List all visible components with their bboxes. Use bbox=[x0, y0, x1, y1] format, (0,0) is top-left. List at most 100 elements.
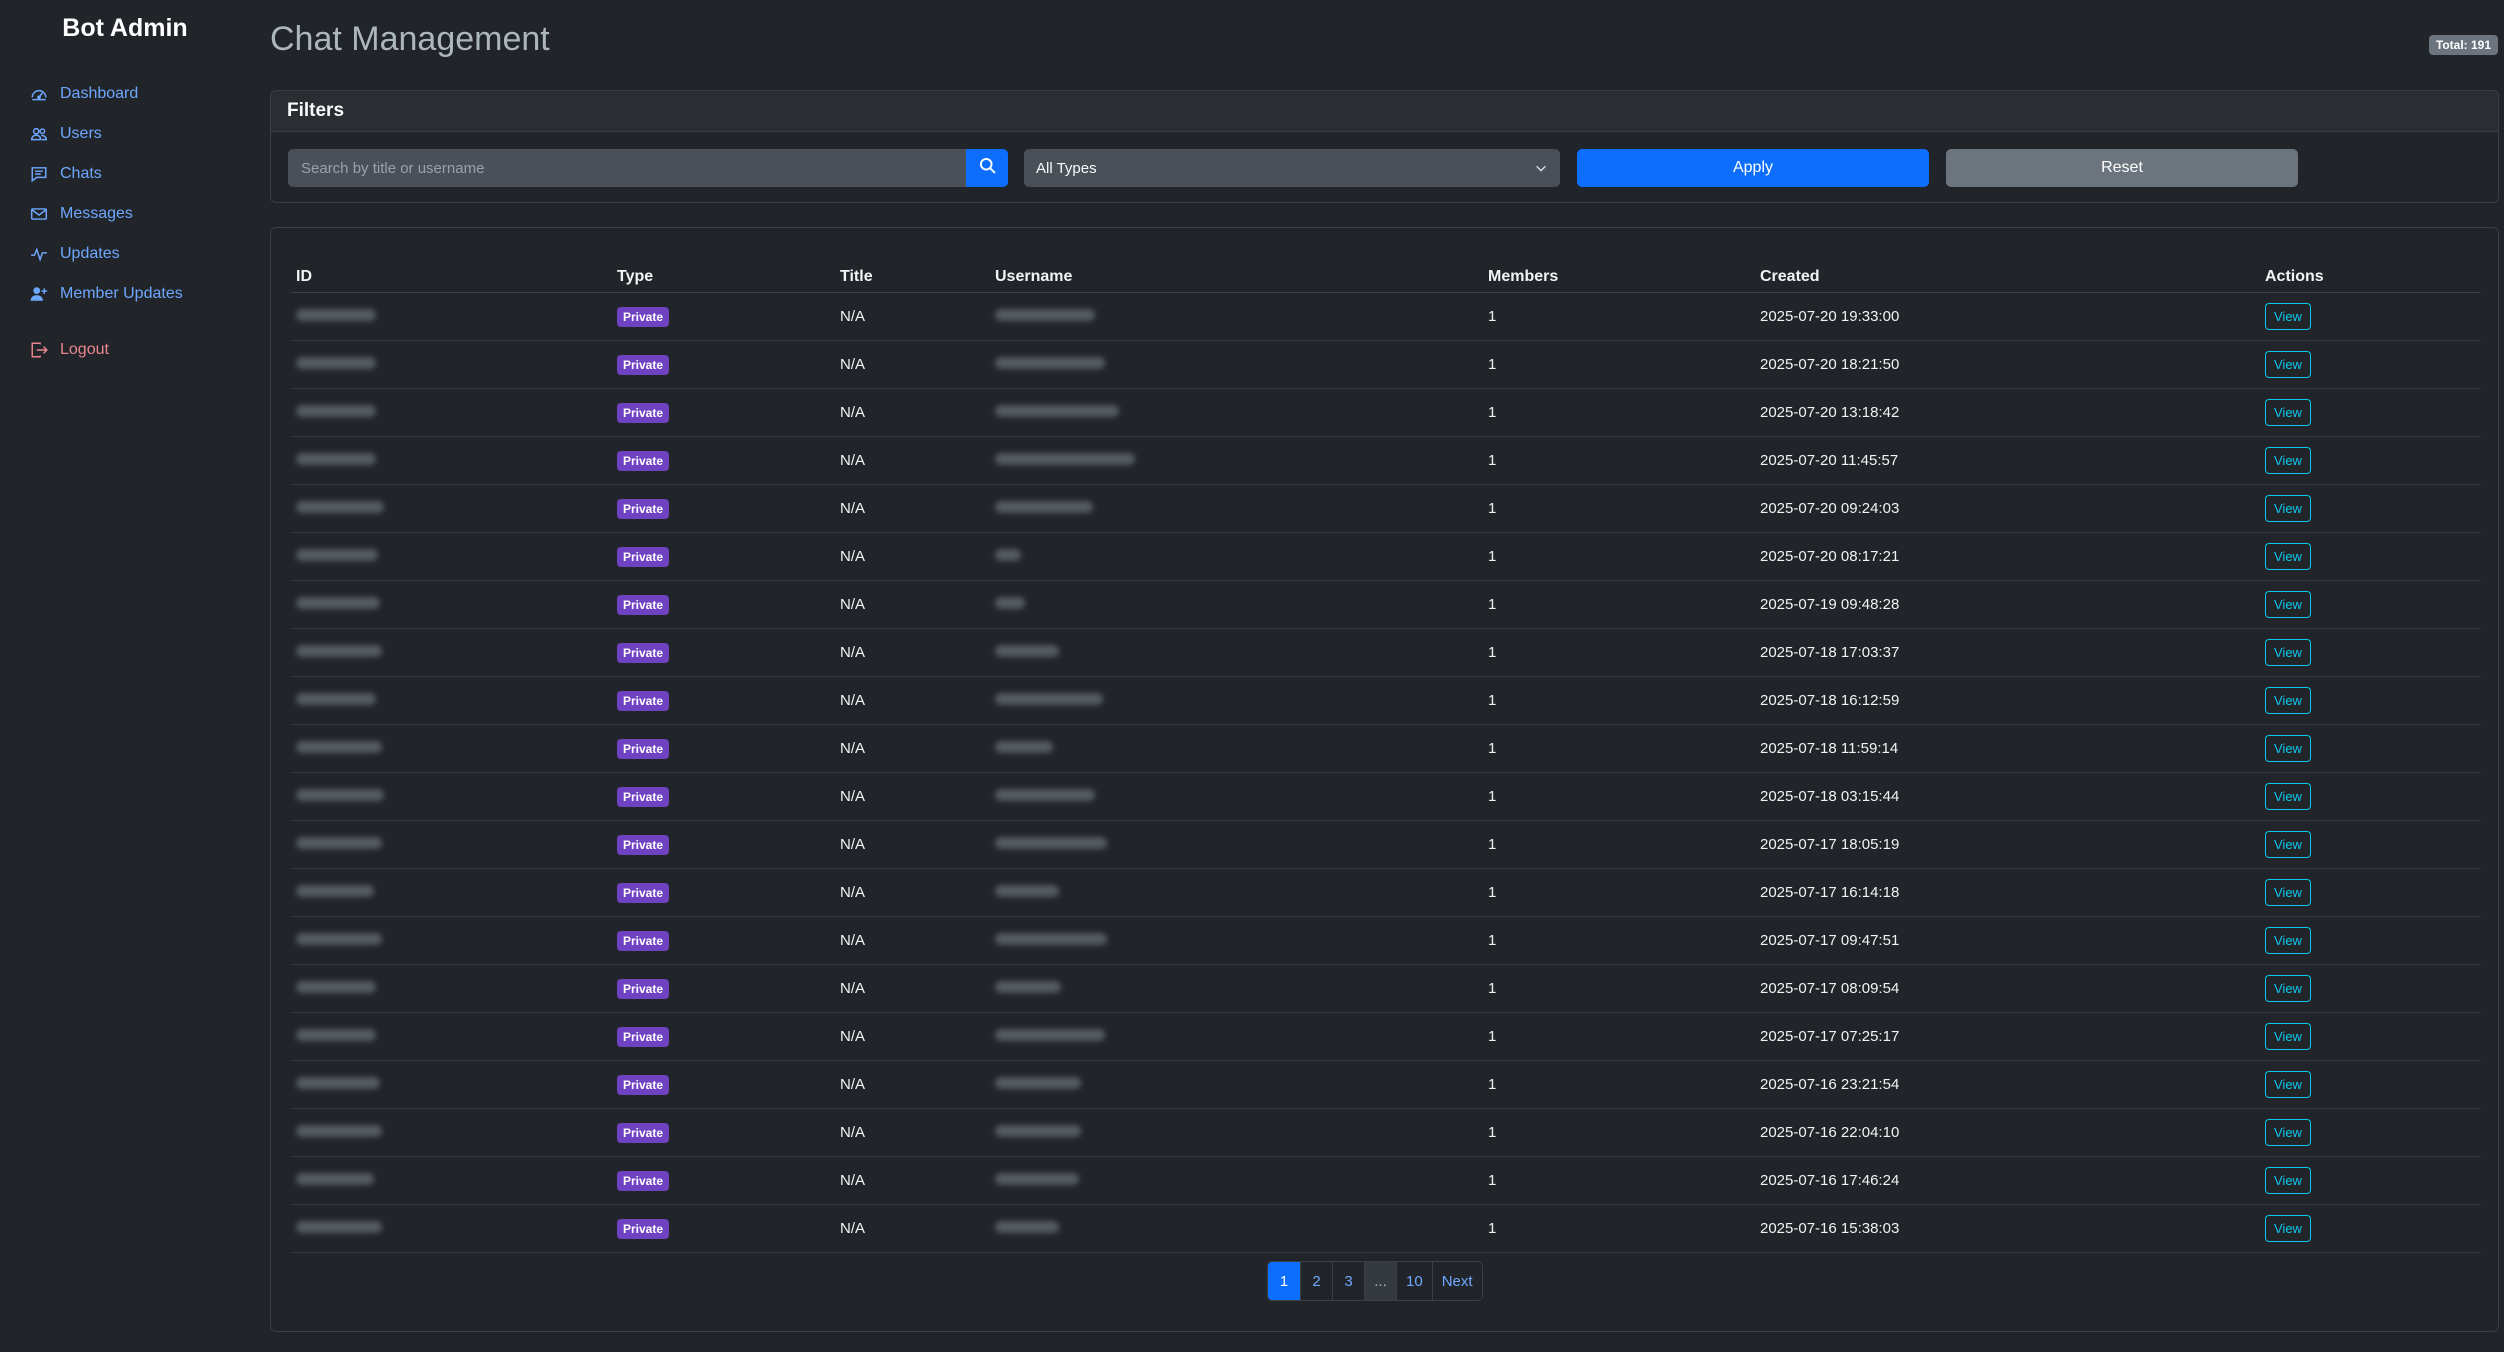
actions-cell: View bbox=[2260, 724, 2481, 773]
actions-cell: View bbox=[2260, 868, 2481, 917]
type-badge: Private bbox=[617, 1026, 670, 1047]
page-button[interactable]: 2 bbox=[1300, 1262, 1332, 1300]
view-button[interactable]: View bbox=[2265, 1167, 2311, 1194]
reset-button[interactable]: Reset bbox=[1946, 149, 2298, 187]
id-cell bbox=[291, 436, 612, 485]
members-cell: 1 bbox=[1483, 916, 1755, 965]
column-header-type[interactable]: Type bbox=[612, 246, 835, 293]
view-button[interactable]: View bbox=[2265, 1119, 2311, 1146]
page-button[interactable]: 3 bbox=[1332, 1262, 1364, 1300]
view-button[interactable]: View bbox=[2265, 1215, 2311, 1242]
envelope-icon bbox=[30, 205, 48, 223]
title-cell: N/A bbox=[835, 1012, 990, 1061]
redacted-id bbox=[296, 357, 376, 369]
sidebar-item-dashboard[interactable]: Dashboard bbox=[30, 74, 183, 114]
username-cell bbox=[990, 916, 1483, 965]
type-select-value: All Types bbox=[1036, 159, 1097, 177]
actions-cell: View bbox=[2260, 820, 2481, 869]
table-body: Private N/A 1 2025-07-20 19:33:00 View Privat… bbox=[291, 292, 2481, 1253]
view-button[interactable]: View bbox=[2265, 831, 2311, 858]
redacted-username bbox=[995, 1125, 1081, 1137]
chats-table: ID Type Title Username Members Created A… bbox=[291, 246, 2481, 1253]
username-cell bbox=[990, 1012, 1483, 1061]
table-header-row: ID Type Title Username Members Created A… bbox=[291, 246, 2481, 293]
redacted-id bbox=[296, 693, 376, 705]
sidebar-item-messages[interactable]: Messages bbox=[30, 194, 183, 234]
type-select[interactable]: All Types bbox=[1024, 149, 1560, 187]
redacted-username bbox=[995, 933, 1107, 945]
title-cell: N/A bbox=[835, 580, 990, 629]
table-row: Private N/A 1 2025-07-17 08:09:54 View bbox=[291, 964, 2481, 1013]
view-button[interactable]: View bbox=[2265, 351, 2311, 378]
view-button[interactable]: View bbox=[2265, 1023, 2311, 1050]
search-icon bbox=[979, 157, 996, 179]
view-button[interactable]: View bbox=[2265, 879, 2311, 906]
next-page-button[interactable]: Next bbox=[1431, 1262, 1482, 1300]
view-button[interactable]: View bbox=[2265, 975, 2311, 1002]
view-button[interactable]: View bbox=[2265, 1071, 2311, 1098]
type-cell: Private bbox=[612, 388, 835, 437]
actions-cell: View bbox=[2260, 436, 2481, 485]
id-cell bbox=[291, 1204, 612, 1253]
search-input[interactable] bbox=[288, 149, 966, 187]
page-button[interactable]: 1 bbox=[1268, 1262, 1300, 1300]
created-cell: 2025-07-20 19:33:00 bbox=[1755, 292, 2260, 341]
search-button[interactable] bbox=[966, 149, 1008, 187]
view-button[interactable]: View bbox=[2265, 783, 2311, 810]
view-button[interactable]: View bbox=[2265, 303, 2311, 330]
redacted-id bbox=[296, 501, 384, 513]
sidebar-item-users[interactable]: Users bbox=[30, 114, 183, 154]
page-button[interactable]: 10 bbox=[1396, 1262, 1432, 1300]
type-badge: Private bbox=[617, 594, 670, 615]
activity-icon bbox=[30, 245, 48, 263]
page-title: Chat Management bbox=[270, 20, 550, 58]
redacted-username bbox=[995, 405, 1119, 417]
sidebar-item-updates[interactable]: Updates bbox=[30, 234, 183, 274]
sidebar-item-label: Updates bbox=[60, 245, 120, 262]
view-button[interactable]: View bbox=[2265, 399, 2311, 426]
username-cell bbox=[990, 724, 1483, 773]
table-row: Private N/A 1 2025-07-16 17:46:24 View bbox=[291, 1156, 2481, 1205]
sidebar-item-chats[interactable]: Chats bbox=[30, 154, 183, 194]
id-cell bbox=[291, 628, 612, 677]
sidebar-item-member-updates[interactable]: Member Updates bbox=[30, 274, 183, 314]
type-badge: Private bbox=[617, 1074, 670, 1095]
view-button[interactable]: View bbox=[2265, 591, 2311, 618]
logout-link[interactable]: Logout bbox=[30, 330, 183, 370]
type-cell: Private bbox=[612, 772, 835, 821]
column-header-created[interactable]: Created bbox=[1755, 246, 2260, 293]
column-header-members[interactable]: Members bbox=[1483, 246, 1755, 293]
column-header-title[interactable]: Title bbox=[835, 246, 990, 293]
sidebar-nav: Dashboard Users Chats Messages Updates M… bbox=[30, 74, 183, 370]
total-badge: Total: 191 bbox=[2428, 35, 2498, 55]
username-cell bbox=[990, 1204, 1483, 1253]
view-button[interactable]: View bbox=[2265, 543, 2311, 570]
type-cell: Private bbox=[612, 292, 835, 341]
column-header-username[interactable]: Username bbox=[990, 246, 1483, 293]
type-cell: Private bbox=[612, 1204, 835, 1253]
view-button[interactable]: View bbox=[2265, 495, 2311, 522]
id-cell bbox=[291, 964, 612, 1013]
view-button[interactable]: View bbox=[2265, 447, 2311, 474]
members-cell: 1 bbox=[1483, 1108, 1755, 1157]
username-cell bbox=[990, 388, 1483, 437]
id-cell bbox=[291, 1156, 612, 1205]
column-header-id[interactable]: ID bbox=[291, 246, 612, 293]
id-cell bbox=[291, 292, 612, 341]
id-cell bbox=[291, 724, 612, 773]
sidebar-item-label: Member Updates bbox=[60, 285, 183, 302]
table-row: Private N/A 1 2025-07-16 22:04:10 View bbox=[291, 1108, 2481, 1157]
view-button[interactable]: View bbox=[2265, 735, 2311, 762]
type-cell: Private bbox=[612, 916, 835, 965]
table-row: Private N/A 1 2025-07-20 08:17:21 View bbox=[291, 532, 2481, 581]
view-button[interactable]: View bbox=[2265, 639, 2311, 666]
view-button[interactable]: View bbox=[2265, 687, 2311, 714]
view-button[interactable]: View bbox=[2265, 927, 2311, 954]
table-row: Private N/A 1 2025-07-18 11:59:14 View bbox=[291, 724, 2481, 773]
username-cell bbox=[990, 436, 1483, 485]
title-cell: N/A bbox=[835, 964, 990, 1013]
title-cell: N/A bbox=[835, 676, 990, 725]
apply-button[interactable]: Apply bbox=[1577, 149, 1929, 187]
created-cell: 2025-07-18 17:03:37 bbox=[1755, 628, 2260, 677]
redacted-id bbox=[296, 1221, 382, 1233]
